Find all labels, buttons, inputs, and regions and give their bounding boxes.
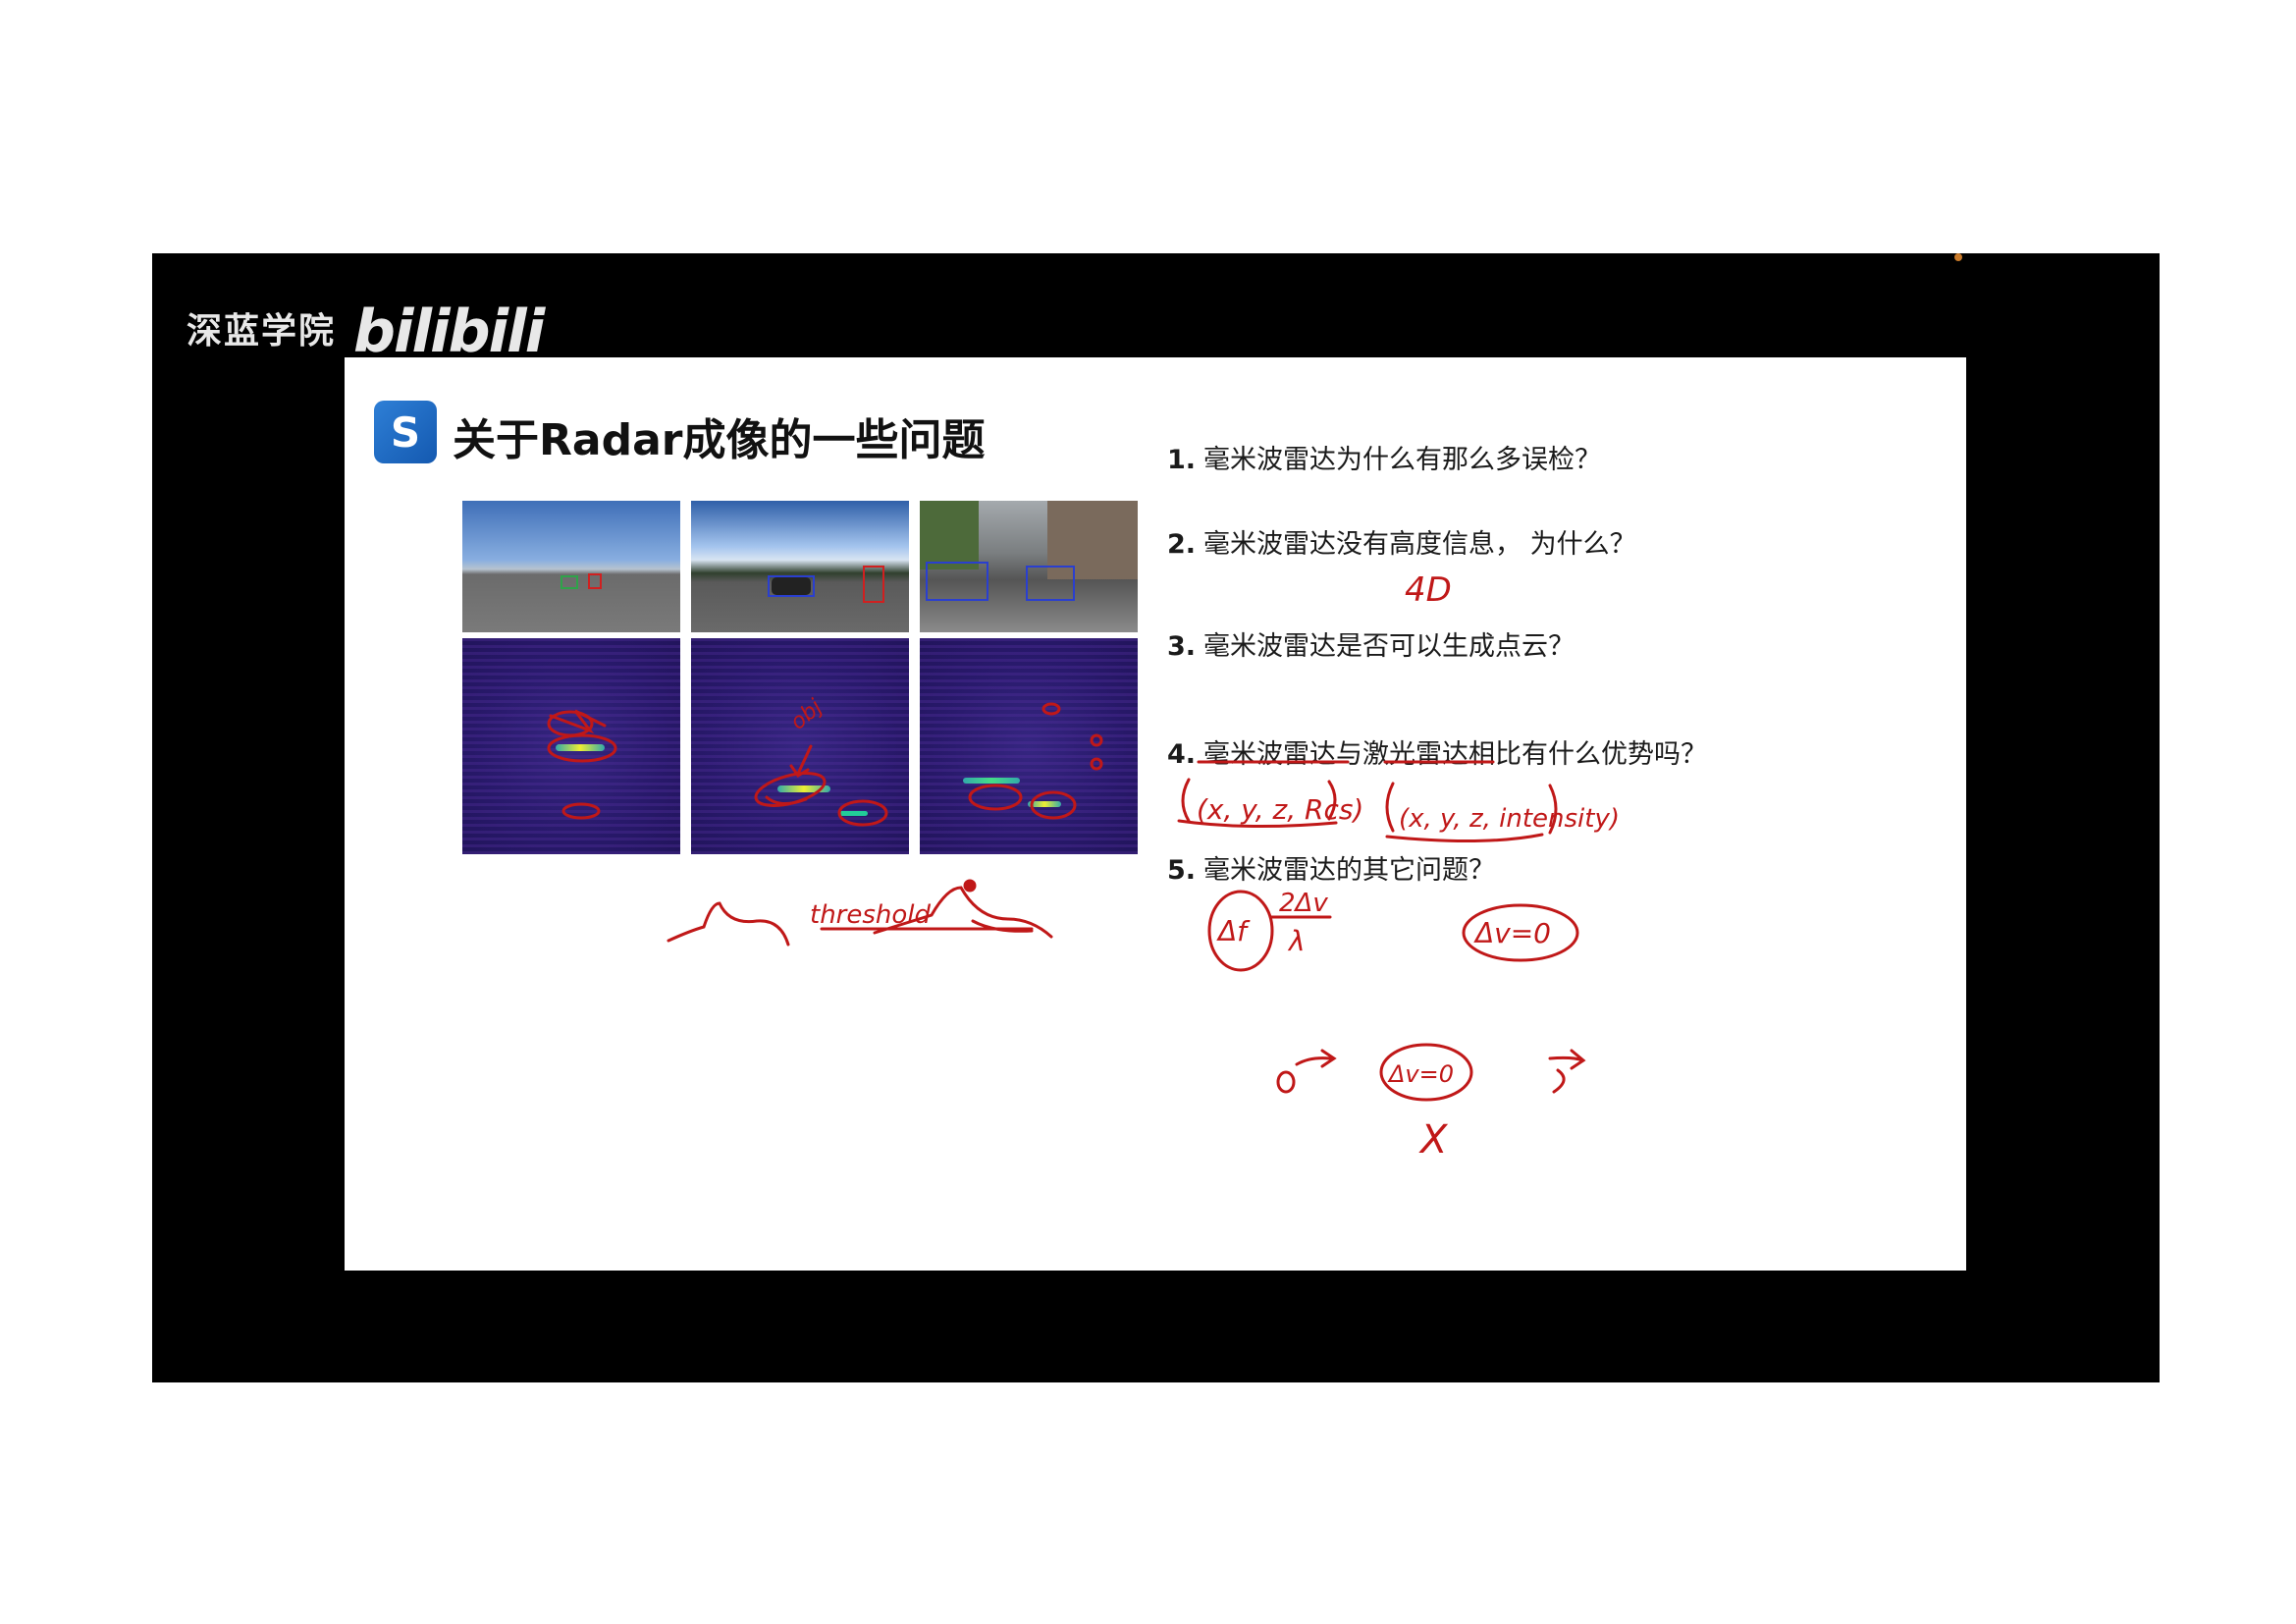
- watermark: 深蓝学院 bilibili: [187, 293, 545, 366]
- ink-waveform: [667, 901, 790, 947]
- progress-indicator: [1954, 253, 1962, 261]
- detection-box: [561, 575, 578, 589]
- video-frame: 深蓝学院 bilibili S 关于Radar成像的一些问题 1. 毫米波雷达为…: [152, 253, 2160, 1382]
- detection-box: [768, 575, 815, 597]
- ink-arrow: [1548, 1049, 1586, 1070]
- camera-image-2: [691, 501, 909, 632]
- ink-text-delta-f: Δf: [1216, 915, 1251, 947]
- ink-paren: [1548, 784, 1558, 835]
- radar-return: [963, 778, 1020, 784]
- slide: S 关于Radar成像的一些问题 1. 毫米波雷达为什么有那么多误检？ 2. 毫…: [345, 357, 1966, 1271]
- radar-heatmap-3: [920, 638, 1138, 854]
- ink-underline: [1177, 819, 1338, 829]
- radar-return: [777, 785, 830, 792]
- ink-arrow: [1295, 1049, 1337, 1068]
- radar-return: [556, 744, 605, 751]
- ink-text-delta-v-right: Δv=0: [1473, 917, 1551, 949]
- detection-box: [863, 566, 884, 603]
- ink-circle: [1207, 890, 1274, 972]
- camera-image-3: [920, 501, 1138, 632]
- ink-text-lidar-tuple: (x, y, z, intensity): [1399, 804, 1620, 834]
- question-item-1: 1. 毫米波雷达为什么有那么多误检？: [1167, 445, 1602, 475]
- ink-text-radar-tuple: (x, y, z, Rcs): [1197, 793, 1363, 826]
- ink-text-delta-v-bottom: Δv=0: [1387, 1060, 1454, 1088]
- radar-heatmap-2: [691, 638, 909, 854]
- bilibili-logo: bilibili: [353, 298, 545, 366]
- radar-return: [1028, 801, 1061, 807]
- radar-heatmap-1: [462, 638, 680, 854]
- ink-underline: [1385, 833, 1544, 843]
- ink-paren: [1385, 782, 1395, 833]
- ink-text-threshold: threshold: [810, 900, 932, 930]
- watermark-brand: 深蓝学院: [187, 311, 337, 352]
- slide-title: 关于Radar成像的一些问题: [453, 415, 986, 465]
- question-item-3: 3. 毫米波雷达是否可以生成点云？: [1167, 631, 1575, 662]
- question-item-5: 5. 毫米波雷达的其它问题？: [1167, 855, 1496, 886]
- ink-paren: [1181, 778, 1191, 823]
- course-logo-icon: S: [374, 401, 437, 463]
- ink-text-fraction-num: 2Δv: [1279, 889, 1328, 918]
- ink-circle: [1379, 1043, 1473, 1102]
- ink-peak-dot: [963, 879, 977, 893]
- ink-text-4d: 4D: [1405, 570, 1452, 610]
- detection-box: [588, 573, 602, 589]
- camera-image-1: [462, 501, 680, 632]
- ink-circle: [1462, 903, 1579, 962]
- detection-box: [1026, 566, 1075, 601]
- ink-waveform: [873, 886, 1053, 939]
- question-item-2: 2. 毫米波雷达没有高度信息， 为什么？: [1167, 529, 1636, 560]
- ink-paren: [1327, 780, 1337, 821]
- detection-box: [926, 562, 988, 601]
- ink-text-x-mark: X: [1418, 1117, 1449, 1163]
- tree-shape: [920, 501, 979, 569]
- radar-return: [838, 811, 868, 816]
- ink-scribble: [1552, 1068, 1566, 1094]
- ink-text-fraction-den: λ: [1287, 925, 1306, 957]
- question-item-4: 4. 毫米波雷达与激光雷达相比有什么优势吗？: [1167, 739, 1708, 770]
- ink-scribble: [971, 919, 1034, 933]
- ink-circle: [1276, 1070, 1296, 1094]
